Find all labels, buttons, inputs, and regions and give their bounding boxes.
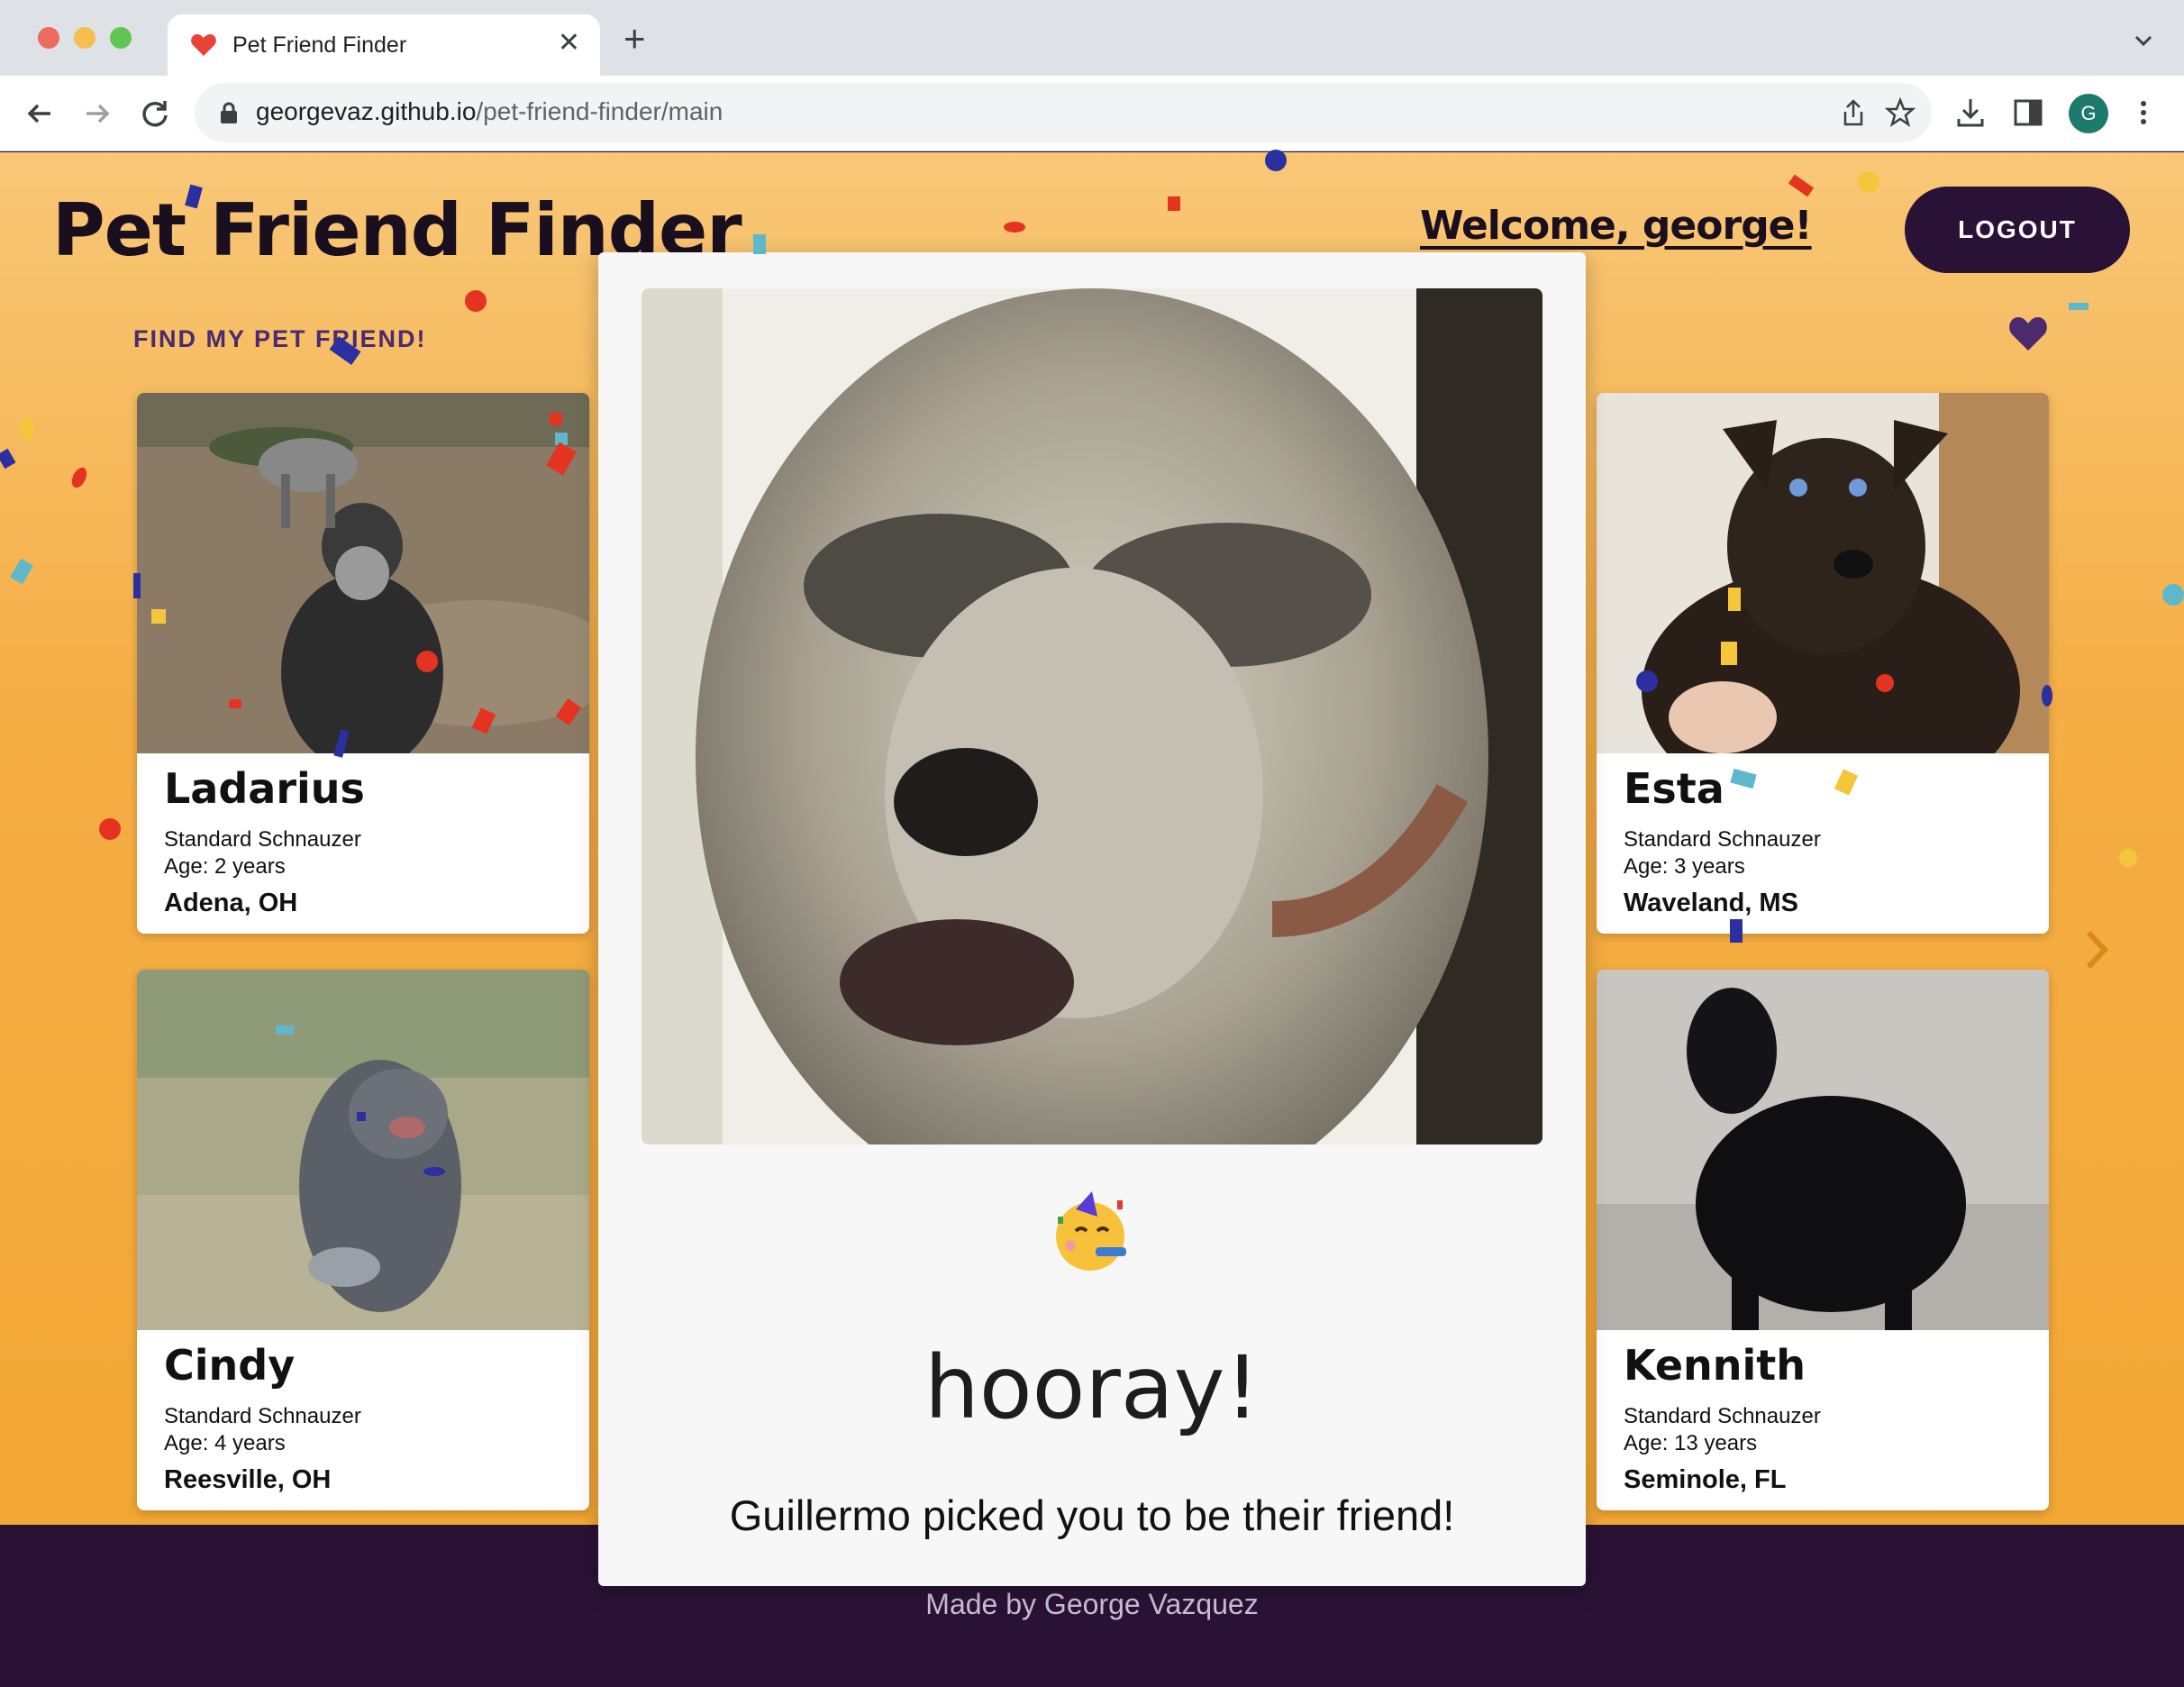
pet-card[interactable]: Ladarius Standard Schnauzer Age: 2 years… (137, 393, 589, 934)
pet-location: Seminole, FL (1624, 1465, 1787, 1494)
close-window-button[interactable] (38, 27, 59, 49)
pet-name: Kennith (1624, 1341, 1806, 1390)
heart-favicon-icon (191, 34, 216, 56)
pet-age: Age: 2 years (164, 854, 286, 879)
pet-location: Adena, OH (164, 889, 298, 917)
browser-toolbar: georgevaz.github.io/pet-friend-finder/ma… (0, 76, 2184, 151)
new-tab-button[interactable]: + (623, 20, 646, 58)
section-label: FIND MY PET FRIEND! (133, 325, 427, 352)
star-icon[interactable] (1885, 97, 1916, 128)
reload-icon[interactable] (135, 94, 175, 133)
pet-breed: Standard Schnauzer (164, 1404, 361, 1428)
pet-photo (137, 393, 589, 753)
match-modal[interactable]: hooray! Guillermo picked you to be their… (598, 252, 1586, 1586)
pet-name: Esta (1624, 764, 1724, 813)
pet-breed: Standard Schnauzer (1624, 827, 1821, 852)
pet-card[interactable]: Cindy Standard Schnauzer Age: 4 years Re… (137, 970, 589, 1510)
pet-age: Age: 3 years (1624, 854, 1745, 879)
chevron-right-icon[interactable] (2081, 927, 2112, 972)
pet-breed: Standard Schnauzer (164, 827, 361, 852)
browser-chrome: Pet Friend Finder ✕ + georgevaz.github.i… (0, 0, 2184, 151)
maximize-window-button[interactable] (110, 27, 132, 49)
modal-message: Guillermo picked you to be their friend! (729, 1491, 1455, 1539)
pet-location: Reesville, OH (164, 1465, 332, 1494)
pet-age: Age: 4 years (164, 1431, 286, 1455)
footer-text: Made by George Vazquez (925, 1588, 1259, 1620)
pet-card[interactable]: Kennith Standard Schnauzer Age: 13 years… (1597, 970, 2049, 1510)
pet-photo (1597, 393, 2049, 753)
pet-breed: Standard Schnauzer (1624, 1404, 1821, 1428)
sidebar-icon[interactable] (2011, 96, 2045, 130)
pet-age: Age: 13 years (1624, 1431, 1758, 1455)
address-bar[interactable]: georgevaz.github.io/pet-friend-finder/ma… (195, 83, 1932, 142)
pet-name: Cindy (164, 1341, 296, 1390)
url-text[interactable]: georgevaz.github.io/pet-friend-finder/ma… (256, 97, 723, 126)
forward-icon[interactable] (77, 94, 117, 133)
pet-card[interactable]: Esta Standard Schnauzer Age: 3 years Wav… (1597, 393, 2049, 934)
profile-avatar[interactable]: G (2069, 94, 2108, 133)
welcome-link[interactable]: Welcome, george! (1420, 203, 1813, 249)
download-icon[interactable] (1953, 96, 1988, 130)
matched-pet-photo (642, 288, 1542, 1144)
minimize-window-button[interactable] (74, 27, 96, 49)
tab-title: Pet Friend Finder (232, 32, 407, 58)
pet-name: Ladarius (164, 764, 365, 813)
chevron-down-icon[interactable] (2130, 27, 2157, 54)
tab-close-icon[interactable]: ✕ (558, 27, 580, 59)
browser-tab[interactable]: Pet Friend Finder ✕ (168, 14, 600, 76)
heart-icon[interactable] (2007, 315, 2049, 352)
modal-heading: hooray! (924, 1337, 1260, 1438)
pet-photo (137, 970, 589, 1330)
back-icon[interactable] (20, 94, 59, 133)
lock-icon[interactable] (218, 101, 240, 124)
share-icon[interactable] (1838, 97, 1869, 128)
pet-photo (1597, 970, 2049, 1330)
menu-icon[interactable] (2126, 96, 2161, 130)
pet-location: Waveland, MS (1624, 889, 1798, 917)
partying-face-icon (1056, 1191, 1126, 1271)
logout-button[interactable]: LOGOUT (1905, 187, 2130, 273)
